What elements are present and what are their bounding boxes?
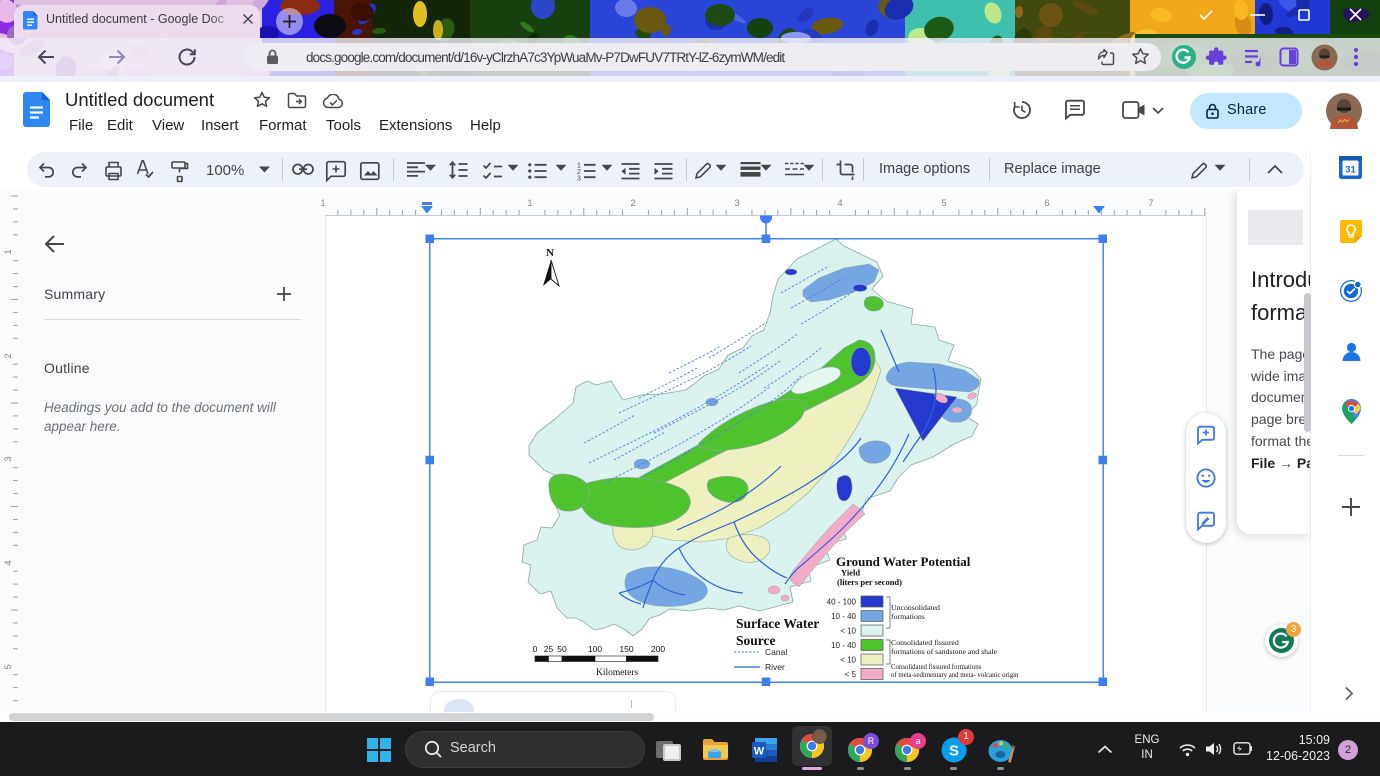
svg-text:3: 3 (734, 198, 739, 209)
svg-text:Surface Water: Surface Water (736, 616, 819, 631)
svg-text:1: 1 (3, 249, 14, 254)
svg-text:5: 5 (941, 198, 946, 209)
svg-text:200: 200 (651, 644, 665, 654)
svg-text:Source: Source (736, 633, 776, 648)
svg-text:50: 50 (557, 644, 567, 654)
svg-text:150: 150 (619, 644, 633, 654)
svg-text:5: 5 (3, 664, 14, 669)
svg-text:10 - 40: 10 - 40 (831, 641, 856, 650)
svg-text:31: 31 (1345, 165, 1356, 176)
svg-text:< 5: < 5 (845, 670, 857, 679)
svg-text:25: 25 (544, 644, 554, 654)
svg-text:Kilometers: Kilometers (596, 668, 639, 678)
svg-text:4: 4 (837, 198, 842, 209)
svg-text:Consolidated fissured: Consolidated fissured (891, 638, 959, 647)
svg-text:River: River (765, 662, 785, 672)
svg-text:1: 1 (527, 198, 532, 209)
svg-text:100%: 100% (206, 162, 244, 179)
svg-text:Consolidated fissured formatio: Consolidated fissured formations (891, 664, 982, 671)
svg-text:3: 3 (577, 176, 581, 183)
svg-text:40 - 100: 40 - 100 (827, 598, 857, 607)
svg-text:2: 2 (3, 353, 14, 358)
svg-text:< 10: < 10 (840, 656, 856, 665)
svg-text:4: 4 (3, 560, 14, 565)
svg-text:S: S (949, 743, 959, 760)
svg-text:0: 0 (533, 644, 538, 654)
svg-text:Unconsolidated: Unconsolidated (891, 603, 940, 612)
svg-text:(liters per second): (liters per second) (837, 577, 902, 587)
svg-text:100: 100 (588, 644, 602, 654)
svg-text:< 10: < 10 (840, 627, 856, 636)
svg-text:3: 3 (3, 456, 14, 461)
svg-text:formations of sandstone and sh: formations of sandstone and shale (891, 647, 998, 656)
svg-text:10 - 40: 10 - 40 (831, 612, 856, 621)
svg-text:W: W (754, 746, 765, 758)
svg-text:formations: formations (891, 612, 925, 621)
svg-text:of meta-sedimentary and meta-: of meta-sedimentary and meta- volcanic o… (891, 672, 1019, 679)
svg-text:1: 1 (320, 198, 325, 209)
svg-text:N: N (546, 247, 554, 259)
svg-text:Canal: Canal (765, 647, 787, 657)
svg-text:2: 2 (630, 198, 635, 209)
svg-text:Yield: Yield (841, 568, 860, 578)
svg-text:7: 7 (1148, 198, 1153, 209)
svg-text:6: 6 (1044, 198, 1049, 209)
